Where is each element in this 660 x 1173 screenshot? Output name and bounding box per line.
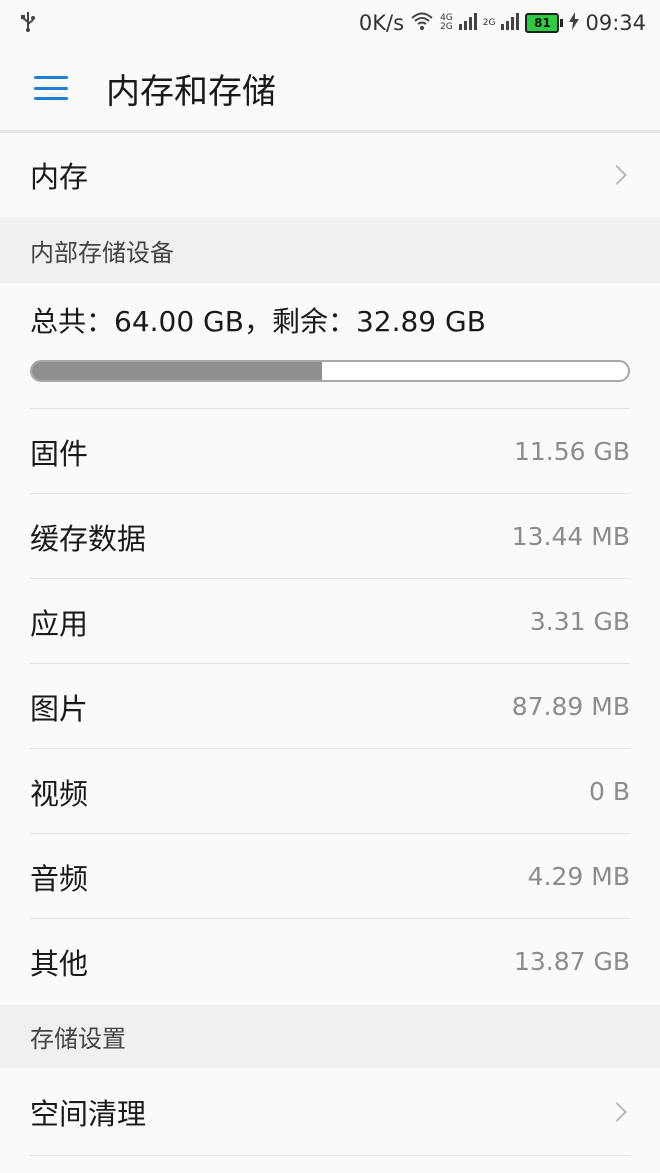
space-cleanup-item[interactable]: 空间清理 [0, 1068, 660, 1156]
storage-summary: 总共：64.00 GB，剩余：32.89 GB [30, 305, 486, 338]
storage-category-label: 其他 [30, 946, 89, 981]
wifi-icon [410, 11, 434, 36]
storage-category-row[interactable]: 音频 4.29 MB [0, 834, 660, 919]
space-cleanup-label: 空间清理 [30, 1097, 147, 1131]
battery-level: 81 [525, 13, 560, 33]
section-storage-settings: 存储设置 [0, 1005, 660, 1068]
chevron-right-icon [607, 165, 627, 185]
divider [30, 1155, 630, 1156]
storage-category-row[interactable]: 应用 3.31 GB [0, 579, 660, 664]
storage-category-size: 0 B [588, 777, 630, 806]
storage-category-label: 固件 [30, 436, 89, 471]
signal-icon-sim2 [501, 11, 520, 35]
hamburger-menu-icon[interactable] [34, 76, 68, 100]
clock: 09:34 [585, 11, 646, 35]
sim1-network-type: 4G 2G [440, 13, 453, 32]
storage-category-size: 13.87 GB [513, 947, 630, 976]
memory-item[interactable]: 内存 [0, 133, 660, 217]
storage-category-size: 13.44 MB [511, 522, 630, 551]
memory-label: 内存 [30, 160, 89, 194]
storage-category-label: 音频 [30, 861, 89, 896]
storage-category-row[interactable]: 缓存数据 13.44 MB [0, 494, 660, 579]
chevron-right-icon [607, 1102, 627, 1122]
storage-category-label: 图片 [30, 691, 89, 726]
section-internal-storage: 内部存储设备 [0, 217, 660, 283]
sim2-network-type: 2G [482, 17, 496, 28]
battery-icon: 81 [525, 13, 564, 33]
storage-category-row[interactable]: 图片 87.89 MB [0, 664, 660, 749]
storage-usage-fill [32, 362, 322, 380]
storage-category-size: 11.56 GB [513, 437, 630, 466]
page-title: 内存和存储 [106, 71, 276, 112]
storage-category-label: 应用 [30, 606, 89, 641]
signal-icon-sim1 [458, 11, 477, 35]
charging-icon [569, 11, 580, 35]
storage-category-label: 视频 [30, 776, 89, 811]
net-speed: 0K/s [358, 11, 405, 35]
app-bar: 内存和存储 [0, 46, 660, 133]
storage-category-size: 3.31 GB [529, 607, 630, 636]
storage-category-size: 4.29 MB [527, 862, 630, 891]
storage-category-row[interactable]: 其他 13.87 GB [0, 919, 660, 1004]
storage-category-size: 87.89 MB [511, 692, 630, 721]
storage-usage-bar [30, 360, 630, 382]
status-bar: 0K/s 4G 2G 2G 81 09:34 [0, 0, 660, 46]
storage-category-label: 缓存数据 [30, 521, 147, 556]
storage-category-row[interactable]: 固件 11.56 GB [0, 409, 660, 494]
usb-icon [20, 10, 36, 37]
storage-category-row[interactable]: 视频 0 B [0, 749, 660, 834]
